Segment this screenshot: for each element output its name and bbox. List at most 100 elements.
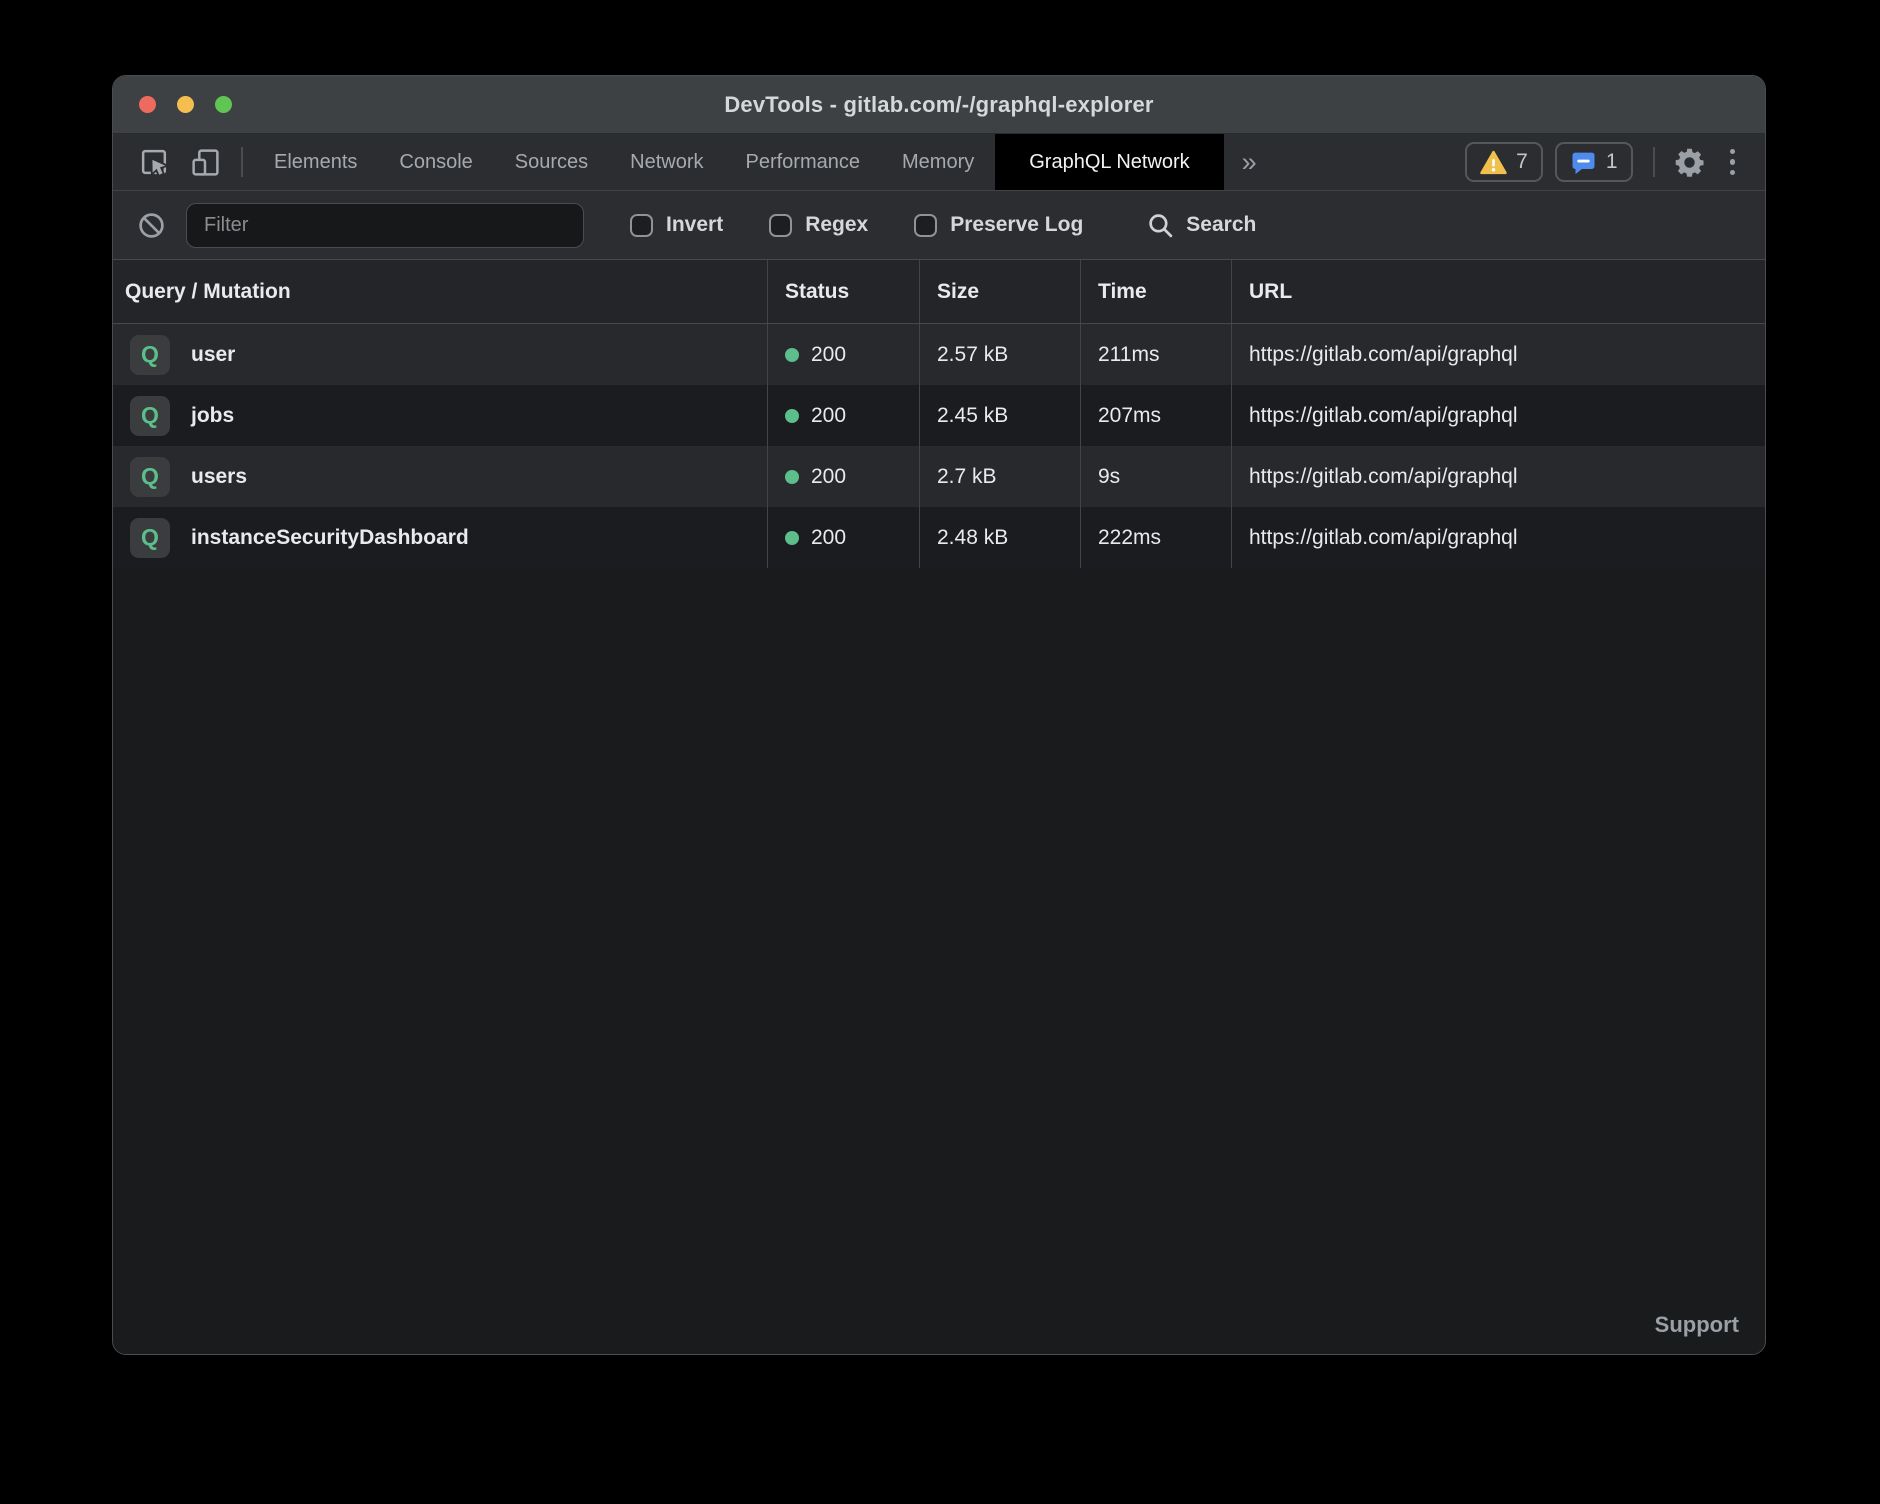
tabbar-separator <box>241 147 243 177</box>
settings-button[interactable] <box>1663 146 1716 179</box>
request-rows: Q user 200 2.57 kB 211ms https://gitlab.… <box>113 324 1765 568</box>
filter-checkbox-option[interactable]: Regex <box>769 213 868 237</box>
gear-icon <box>1673 146 1706 179</box>
warning-count: 7 <box>1516 150 1528 174</box>
more-options-button[interactable] <box>1716 149 1750 176</box>
device-toolbar-button[interactable] <box>180 134 231 190</box>
panel-tab-graphql-network-active[interactable]: GraphQL Network <box>995 134 1223 190</box>
query-type-badge: Q <box>130 518 170 558</box>
request-row[interactable]: Q instanceSecurityDashboard 200 2.48 kB … <box>113 507 1765 568</box>
kebab-dot <box>1730 149 1736 155</box>
filter-checkbox-option[interactable]: Invert <box>630 213 723 237</box>
filter-checkbox-option[interactable]: Preserve Log <box>914 213 1083 237</box>
search-icon <box>1147 212 1174 239</box>
chevron-double-right-icon: » <box>1242 147 1257 178</box>
column-header-url[interactable]: URL <box>1231 260 1765 323</box>
status-ok-dot <box>785 470 799 484</box>
window-titlebar: DevTools - gitlab.com/-/graphql-explorer <box>113 76 1765 134</box>
panel-tab[interactable]: Elements <box>253 134 378 190</box>
panel-tab-label: Network <box>630 151 703 174</box>
block-circle-slash-icon <box>137 211 166 240</box>
cell-url: https://gitlab.com/api/graphql <box>1231 385 1765 446</box>
filter-input[interactable] <box>186 203 584 248</box>
issues-badge-button[interactable]: 1 <box>1555 142 1633 182</box>
checkbox-label: Invert <box>666 213 723 237</box>
tabbar-right-controls: 7 1 <box>1453 134 1765 190</box>
cell-time: 207ms <box>1080 385 1231 446</box>
device-toolbar-icon <box>190 147 221 178</box>
request-row[interactable]: Q user 200 2.57 kB 211ms https://gitlab.… <box>113 324 1765 385</box>
filter-toolbar: Invert Regex Preserve Log Search <box>113 191 1765 260</box>
checkbox-label: Preserve Log <box>950 213 1083 237</box>
kebab-dot <box>1730 159 1736 165</box>
cell-query-name: Q jobs <box>113 385 767 446</box>
column-header-time[interactable]: Time <box>1080 260 1231 323</box>
cell-time: 211ms <box>1080 324 1231 385</box>
cell-time: 9s <box>1080 446 1231 507</box>
status-code: 200 <box>811 526 846 550</box>
cell-query-name: Q instanceSecurityDashboard <box>113 507 767 568</box>
query-type-badge: Q <box>130 457 170 497</box>
status-code: 200 <box>811 465 846 489</box>
query-type-badge: Q <box>130 335 170 375</box>
status-code: 200 <box>811 343 846 367</box>
checkbox-box[interactable] <box>630 214 653 237</box>
panel-tab[interactable]: Console <box>378 134 493 190</box>
cell-url: https://gitlab.com/api/graphql <box>1231 446 1765 507</box>
query-type-badge: Q <box>130 396 170 436</box>
column-header-size[interactable]: Size <box>919 260 1080 323</box>
minimize-window-button[interactable] <box>177 96 194 113</box>
panel-tab[interactable]: Sources <box>494 134 609 190</box>
status-code: 200 <box>811 404 846 428</box>
clear-log-button[interactable] <box>131 211 172 240</box>
checkbox-box[interactable] <box>914 214 937 237</box>
close-window-button[interactable] <box>139 96 156 113</box>
kebab-dot <box>1730 170 1736 176</box>
table-header: Query / Mutation Status Size Time URL <box>113 260 1765 324</box>
warnings-badge-button[interactable]: 7 <box>1465 142 1543 182</box>
request-row[interactable]: Q jobs 200 2.45 kB 207ms https://gitlab.… <box>113 385 1765 446</box>
empty-grid-area: Support <box>113 568 1765 1354</box>
cell-size: 2.57 kB <box>919 324 1080 385</box>
panel-tab-label: Console <box>399 151 472 174</box>
status-ok-dot <box>785 531 799 545</box>
inspect-element-button[interactable] <box>129 134 180 190</box>
query-name: users <box>191 465 247 489</box>
query-name: user <box>191 343 235 367</box>
search-control[interactable]: Search <box>1147 212 1256 239</box>
checkbox-label: Regex <box>805 213 868 237</box>
cell-url: https://gitlab.com/api/graphql <box>1231 324 1765 385</box>
inspect-cursor-icon <box>139 147 170 178</box>
query-name: jobs <box>191 404 234 428</box>
cell-size: 2.48 kB <box>919 507 1080 568</box>
column-header-status[interactable]: Status <box>767 260 919 323</box>
panel-tab-label: Performance <box>746 151 861 174</box>
support-link[interactable]: Support <box>1655 1312 1739 1338</box>
checkbox-box[interactable] <box>769 214 792 237</box>
cell-status: 200 <box>767 507 919 568</box>
panel-tab[interactable]: Network <box>609 134 724 190</box>
devtools-tabbar: Elements Console Sources Network Perform… <box>113 134 1765 191</box>
traffic-lights <box>139 76 232 133</box>
zoom-window-button[interactable] <box>215 96 232 113</box>
request-row[interactable]: Q users 200 2.7 kB 9s https://gitlab.com… <box>113 446 1765 507</box>
warning-triangle-icon <box>1480 150 1507 175</box>
column-header-query-mutation[interactable]: Query / Mutation <box>113 260 767 323</box>
filter-options: Invert Regex Preserve Log <box>630 213 1083 237</box>
panel-tabs: Elements Console Sources Network Perform… <box>253 134 995 190</box>
status-ok-dot <box>785 348 799 362</box>
more-tabs-button[interactable]: » <box>1224 134 1275 190</box>
cell-status: 200 <box>767 446 919 507</box>
status-ok-dot <box>785 409 799 423</box>
controls-separator <box>1653 147 1655 177</box>
search-label: Search <box>1186 213 1256 237</box>
cell-size: 2.45 kB <box>919 385 1080 446</box>
panel-tab[interactable]: Performance <box>725 134 882 190</box>
chat-bubble-icon <box>1570 149 1597 176</box>
panel-tab[interactable]: Memory <box>881 134 995 190</box>
query-name: instanceSecurityDashboard <box>191 526 469 550</box>
panel-tab-label: Sources <box>515 151 588 174</box>
active-tab-label: GraphQL Network <box>1029 151 1189 174</box>
cell-query-name: Q user <box>113 324 767 385</box>
panel-tab-label: Elements <box>274 151 357 174</box>
